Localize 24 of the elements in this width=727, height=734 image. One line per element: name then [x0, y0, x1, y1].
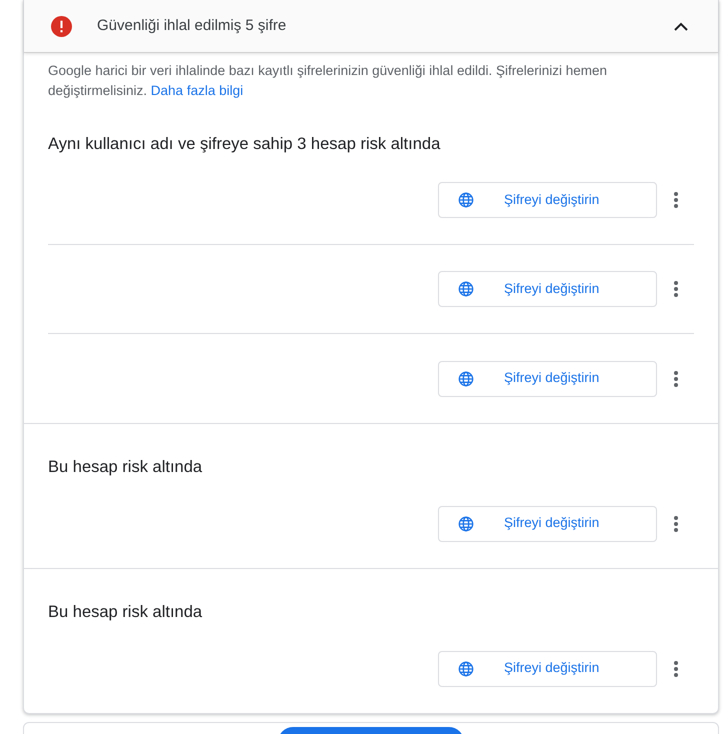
globe-icon — [458, 370, 474, 386]
group-title: Bu hesap risk altında — [48, 602, 204, 623]
learn-more-link[interactable]: Daha fazla bilgi — [150, 83, 244, 98]
globe-icon — [458, 281, 474, 297]
alert-icon — [51, 16, 72, 36]
change-password-button[interactable]: Şifreyi değiştirin — [438, 650, 657, 686]
globe-icon — [458, 192, 474, 208]
globe-icon — [458, 516, 474, 532]
section-header[interactable]: Güvenliği ihlal edilmiş 5 şifre — [24, 0, 718, 53]
section-title: Güvenliği ihlal edilmiş 5 şifre — [97, 16, 286, 36]
globe-icon — [458, 660, 474, 676]
description: Google harici bir veri ihlalinde bazı kayıtlı şifrelerinizin güvenliği ihlal edildi. Şifrelerinizi hemen değiştirmelisiniz. Daha fazla bilgi — [48, 62, 608, 100]
more-icon — [674, 660, 678, 676]
chevron-up-icon — [674, 22, 688, 30]
group-title: Aynı kullanıcı adı ve şifreye sahip 3 hesap risk altında — [48, 134, 442, 155]
change-password-button[interactable]: Şifreyi değiştirin — [438, 182, 657, 218]
change-password-button[interactable]: Şifreyi değiştirin — [438, 506, 657, 542]
more-icon — [674, 281, 678, 297]
more-icon — [674, 370, 678, 386]
group-title: Bu hesap risk altında — [48, 457, 204, 478]
change-password-button[interactable]: Şifreyi değiştirin — [438, 271, 657, 307]
change-password-button[interactable]: Şifreyi değiştirin — [438, 360, 657, 396]
more-icon — [674, 192, 678, 208]
more-icon — [674, 516, 678, 532]
